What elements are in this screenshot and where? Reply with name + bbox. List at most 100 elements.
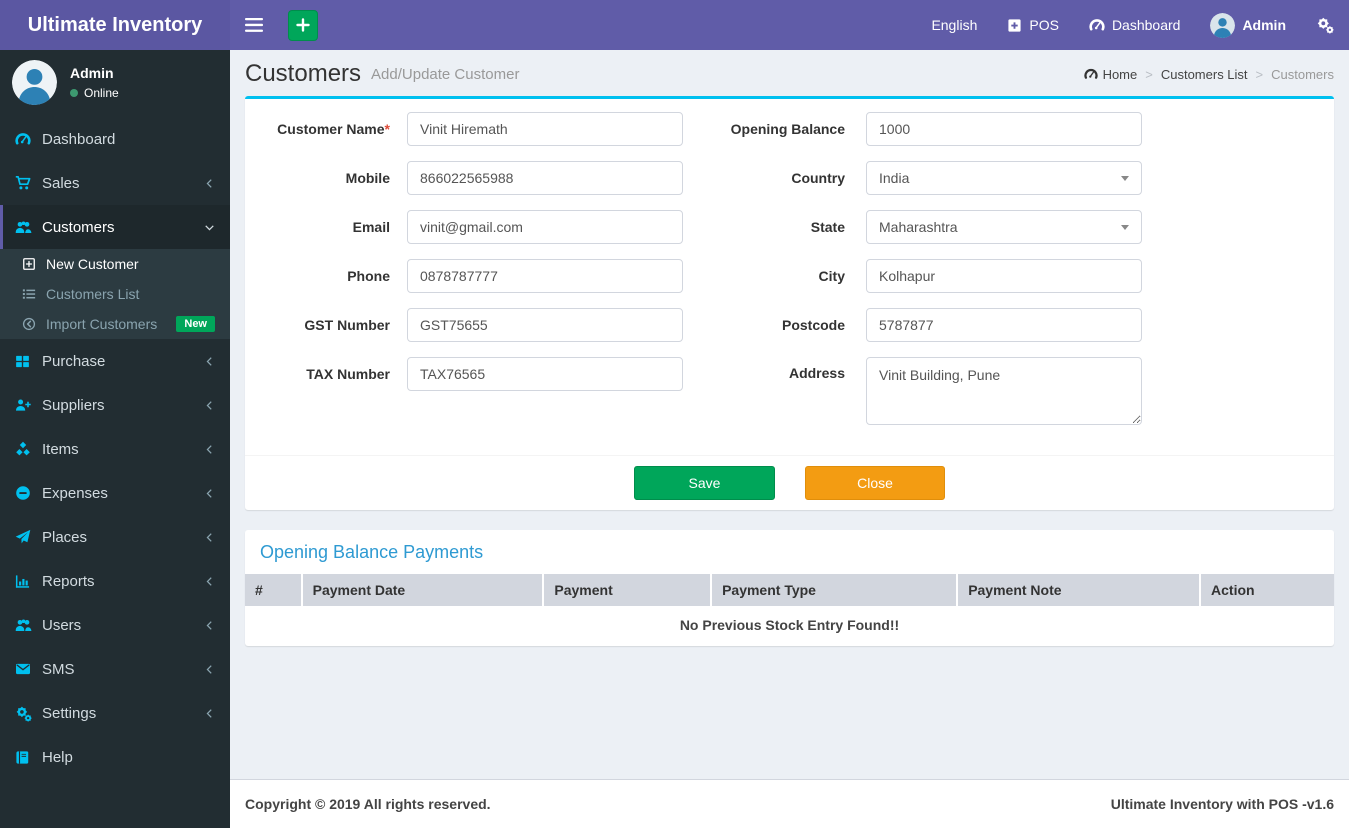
customer-form-box: Customer Name* Mobile Email Phone xyxy=(245,96,1334,510)
sidebar-item-suppliers[interactable]: Suppliers xyxy=(0,383,230,427)
sidebar-item-items[interactable]: Items xyxy=(0,427,230,471)
state-label: State xyxy=(810,219,845,235)
postcode-label: Postcode xyxy=(781,317,845,333)
sidebar-item-settings[interactable]: Settings xyxy=(0,691,230,735)
payments-section-title: Opening Balance Payments xyxy=(260,542,484,562)
sidebar-item-places[interactable]: Places xyxy=(0,515,230,559)
speedometer-icon xyxy=(1083,67,1098,81)
empty-message: No Previous Stock Entry Found!! xyxy=(679,617,900,633)
user-menu[interactable]: Admin xyxy=(1195,12,1301,38)
sidebar-item-import-customers[interactable]: Import Customers New xyxy=(0,309,230,339)
country-label: Country xyxy=(791,170,845,186)
form-actions: Save Close xyxy=(245,455,1334,510)
settings-menu-button[interactable] xyxy=(1301,13,1349,38)
state-select[interactable]: Maharashtra xyxy=(866,210,1142,244)
sidebar-user-panel: Admin Online xyxy=(0,50,230,117)
speedometer-icon xyxy=(1089,17,1105,33)
quick-add-button[interactable] xyxy=(288,9,318,41)
chevron-left-icon xyxy=(204,532,215,543)
sidebar-item-sales[interactable]: Sales xyxy=(0,161,230,205)
required-asterisk: * xyxy=(384,121,390,137)
hamburger-icon xyxy=(245,18,263,32)
sidebar-toggle-button[interactable] xyxy=(230,0,278,50)
speedometer-icon xyxy=(15,131,42,147)
opening-balance-label: Opening Balance xyxy=(730,121,845,137)
sidebar-item-users[interactable]: Users xyxy=(0,603,230,647)
city-input[interactable] xyxy=(866,259,1142,293)
avatar xyxy=(1210,12,1236,38)
column-header-payment-type: Payment Type xyxy=(711,574,959,606)
sidebar-item-customers-list[interactable]: Customers List xyxy=(0,279,230,309)
address-textarea[interactable]: Vinit Building, Pune xyxy=(866,357,1142,425)
online-status-dot xyxy=(70,89,78,97)
phone-input[interactable] xyxy=(407,259,683,293)
envelope-icon xyxy=(15,661,42,677)
content-wrapper: Customers Add/Update Customer Home > Cus… xyxy=(230,50,1349,779)
chevron-left-icon xyxy=(204,400,215,411)
sidebar-item-dashboard[interactable]: Dashboard xyxy=(0,117,230,161)
save-button[interactable]: Save xyxy=(634,466,775,500)
cart-icon xyxy=(15,175,42,191)
sidebar-item-expenses[interactable]: Expenses xyxy=(0,471,230,515)
email-label: Email xyxy=(352,219,390,235)
dashboard-link[interactable]: Dashboard xyxy=(1074,13,1196,38)
sidebar-item-help[interactable]: Help xyxy=(0,735,230,779)
sidebar-user-name: Admin xyxy=(70,65,114,81)
opening-balance-input[interactable] xyxy=(866,112,1142,146)
breadcrumb: Home > Customers List > Customers xyxy=(1083,66,1334,82)
chevron-down-icon xyxy=(204,222,215,233)
form-left-column: Customer Name* Mobile Email Phone xyxy=(260,112,700,440)
users-icon xyxy=(15,219,42,236)
chevron-left-icon xyxy=(204,576,215,587)
main-footer: Copyright © 2019 All rights reserved. Ul… xyxy=(230,779,1349,828)
new-badge: New xyxy=(176,316,215,332)
content-header: Customers Add/Update Customer Home > Cus… xyxy=(230,50,1349,96)
tax-number-input[interactable] xyxy=(407,357,683,391)
close-button[interactable]: Close xyxy=(805,466,945,500)
breadcrumb-separator: > xyxy=(1255,66,1264,82)
column-header-number: # xyxy=(245,574,303,606)
sidebar-menu-lower: Purchase Suppliers Items Expenses Places… xyxy=(0,339,230,779)
tax-number-label: TAX Number xyxy=(306,366,390,382)
gst-number-input[interactable] xyxy=(407,308,683,342)
mobile-input[interactable] xyxy=(407,161,683,195)
plus-icon xyxy=(295,17,311,33)
chevron-left-icon xyxy=(204,708,215,719)
sidebar-item-new-customer[interactable]: New Customer xyxy=(0,249,230,279)
customer-name-input[interactable] xyxy=(407,112,683,146)
chevron-left-icon xyxy=(204,620,215,631)
language-label: English xyxy=(931,17,978,33)
empty-table-row: No Previous Stock Entry Found!! xyxy=(245,606,1334,646)
email-input[interactable] xyxy=(407,210,683,244)
sidebar-item-customers[interactable]: Customers xyxy=(0,205,230,249)
grid-icon xyxy=(15,354,42,369)
city-label: City xyxy=(818,268,845,284)
sidebar-item-reports[interactable]: Reports xyxy=(0,559,230,603)
sidebar-user-status[interactable]: Online xyxy=(70,86,119,100)
navbar-right-menu: English POS Dashboard Admin xyxy=(916,12,1349,38)
sidebar-item-sms[interactable]: SMS xyxy=(0,647,230,691)
column-header-action: Action xyxy=(1200,574,1334,606)
page-subtitle: Add/Update Customer xyxy=(371,65,520,83)
breadcrumb-home[interactable]: Home xyxy=(1083,67,1137,82)
dashboard-label: Dashboard xyxy=(1111,17,1181,33)
country-select[interactable]: India xyxy=(866,161,1142,195)
gears-icon xyxy=(15,705,42,722)
user-label: Admin xyxy=(1242,17,1286,33)
column-header-payment: Payment xyxy=(543,574,713,606)
sidebar-item-purchase[interactable]: Purchase xyxy=(0,339,230,383)
postcode-input[interactable] xyxy=(866,308,1142,342)
gst-number-label: GST Number xyxy=(304,317,390,333)
bar-chart-icon xyxy=(15,574,42,589)
payments-table-header-row: # Payment Date Payment Payment Type Paym… xyxy=(245,574,1334,606)
brand-logo[interactable]: Ultimate Inventory xyxy=(0,0,230,50)
pos-link[interactable]: POS xyxy=(992,13,1074,38)
avatar[interactable] xyxy=(12,60,57,105)
page-title: Customers xyxy=(245,60,362,87)
copyright-text: Copyright © 2019 All rights reserved. xyxy=(245,796,491,812)
import-arrow-circle-icon xyxy=(22,317,46,331)
sidebar: Admin Online Dashboard Sales Customers N… xyxy=(0,50,230,828)
cubes-icon xyxy=(15,441,42,457)
breadcrumb-customers-list[interactable]: Customers List xyxy=(1161,67,1248,82)
language-menu[interactable]: English xyxy=(916,13,992,38)
